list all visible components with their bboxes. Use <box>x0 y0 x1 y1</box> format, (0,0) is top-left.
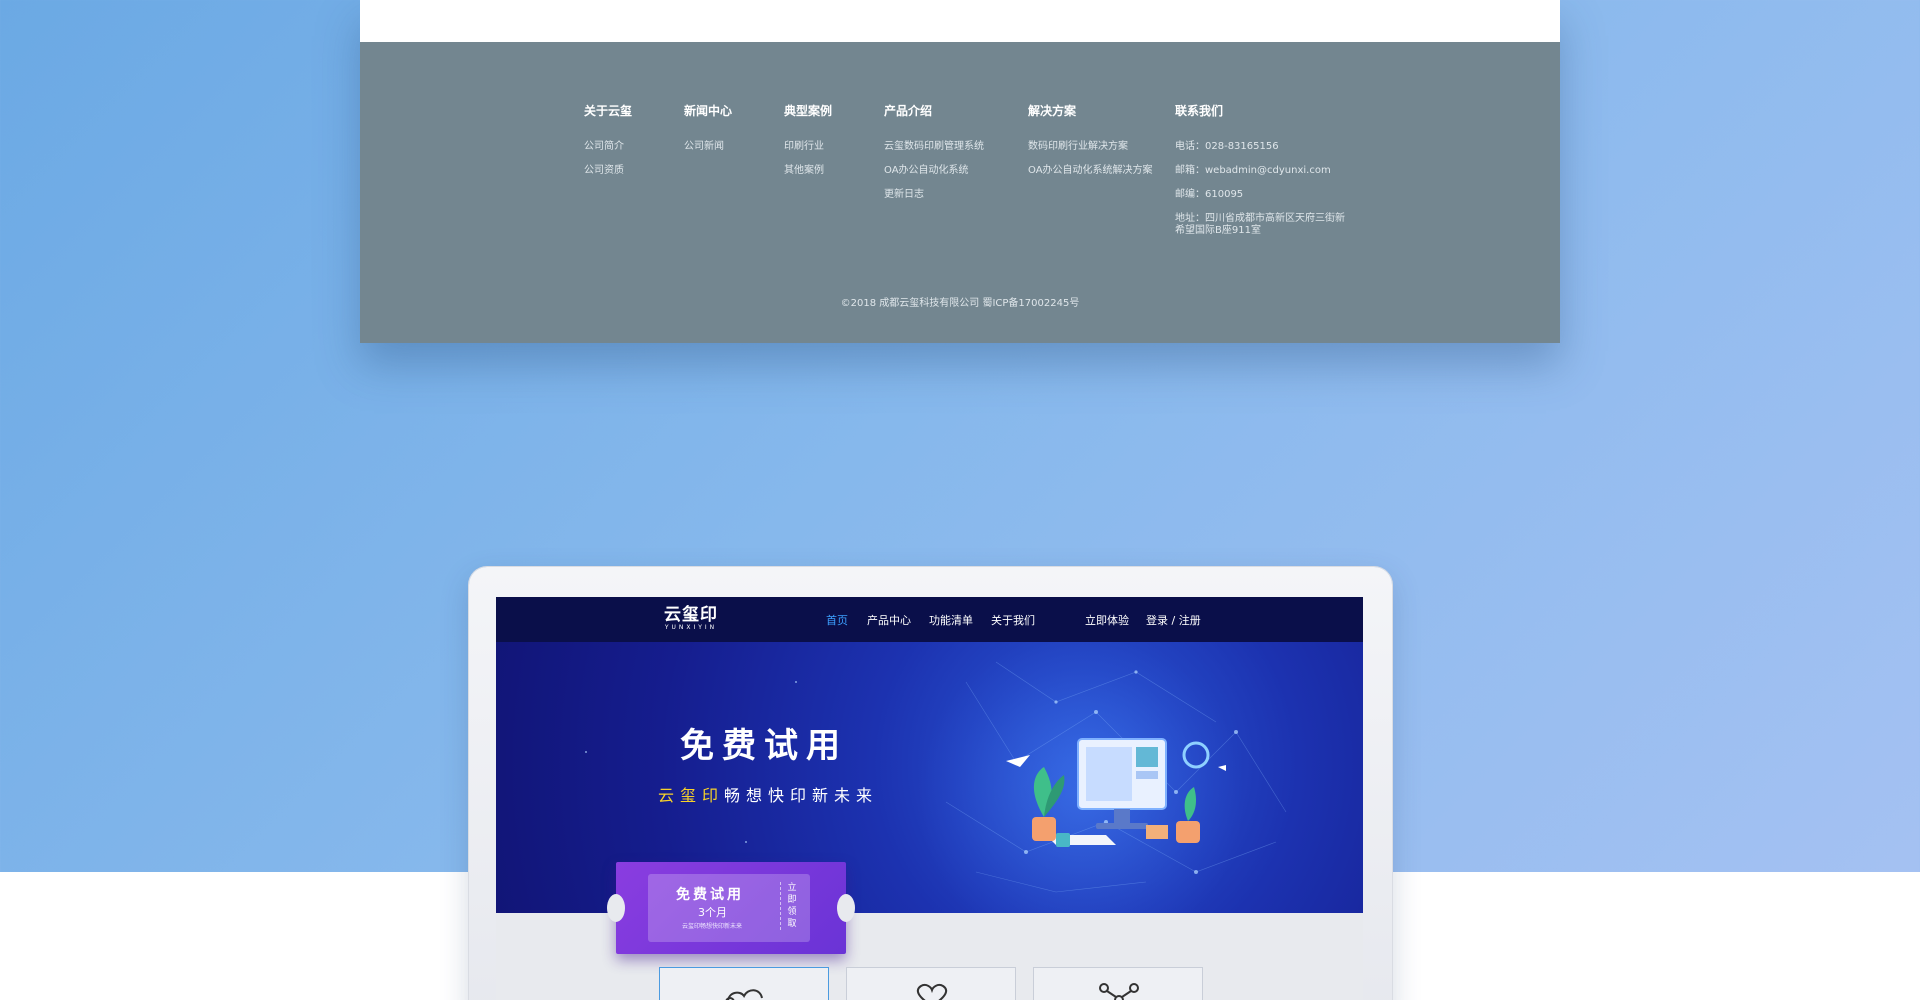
footer-col-news: 新闻中心 公司新闻 <box>684 102 732 159</box>
site-footer: 关于云玺 公司简介 公司资质 新闻中心 公司新闻 典型案例 印刷行业 其他案例 … <box>360 42 1560 343</box>
free-trial-ticket[interactable]: 免费试用 3个月 云玺印畅想快印新未来 立即领取 <box>607 862 855 954</box>
page-content-strip <box>360 0 1560 42</box>
footer-col-solutions: 解决方案 数码印刷行业解决方案 OA办公自动化系统解决方案 <box>1028 102 1153 183</box>
logo-text: 云玺印 <box>664 605 718 625</box>
hero-title: 免费试用 <box>680 726 848 766</box>
feature-card-2[interactable] <box>846 967 1016 1000</box>
contact-phone: 电话：028-83165156 <box>1175 141 1279 152</box>
ticket-body: 免费试用 3个月 云玺印畅想快印新未来 立即领取 <box>648 874 810 942</box>
footer-link-changelog[interactable]: 更新日志 <box>884 183 984 207</box>
footer-col-about: 关于云玺 公司简介 公司资质 <box>584 102 632 183</box>
footer-copyright: ©2018 成都云玺科技有限公司 蜀ICP备17002245号 <box>840 298 1080 309</box>
footer-link-company-news[interactable]: 公司新闻 <box>684 135 732 159</box>
brand-logo[interactable]: 云玺印 YUNXIYIN <box>664 606 718 632</box>
nav-try-now[interactable]: 立即体验 <box>1085 612 1129 628</box>
logo-subtext: YUNXIYIN <box>664 624 718 631</box>
feature-card-3[interactable] <box>1033 967 1203 1000</box>
footer-col-products: 产品介绍 云玺数码印刷管理系统 OA办公自动化系统 更新日志 <box>884 102 984 207</box>
footer-link-company-intro[interactable]: 公司简介 <box>584 135 632 159</box>
ticket-duration: 3个月 <box>698 906 727 919</box>
nav-products[interactable]: 产品中心 <box>867 612 911 628</box>
ticket-notch-left <box>607 894 625 922</box>
footer-link-oa-solution[interactable]: OA办公自动化系统解决方案 <box>1028 159 1153 183</box>
footer-link-oa-system[interactable]: OA办公自动化系统 <box>884 159 984 183</box>
hero-subtitle: 云玺印畅想快印新未来 <box>658 782 878 806</box>
footer-col-title: 产品介绍 <box>884 104 933 118</box>
nav-features[interactable]: 功能清单 <box>929 612 973 628</box>
ticket-slogan: 云玺印畅想快印新未来 <box>682 923 743 930</box>
nav-about[interactable]: 关于我们 <box>991 612 1035 628</box>
footer-link-company-qualification[interactable]: 公司资质 <box>584 159 632 183</box>
footer-col-contact: 联系我们 电话：028-83165156 邮箱：webadmin@cdyunxi… <box>1175 102 1345 237</box>
ticket-title: 免费试用 <box>676 887 744 903</box>
computer-illustration-icon <box>1006 738 1226 847</box>
footer-col-title: 典型案例 <box>784 104 833 118</box>
footer-col-title: 解决方案 <box>1028 104 1077 118</box>
monitor-screen: 云玺印 YUNXIYIN 首页 产品中心 功能清单 关于我们 立即体验 登录 /… <box>496 597 1363 1000</box>
footer-col-cases: 典型案例 印刷行业 其他案例 <box>784 102 832 183</box>
footer-col-title: 联系我们 <box>1175 104 1224 118</box>
scooter-icon <box>725 989 763 1000</box>
hero-subtitle-brand: 云玺印 <box>658 786 725 805</box>
footer-col-title: 新闻中心 <box>684 104 733 118</box>
ticket-notch-right <box>837 894 855 922</box>
contact-address: 地址：四川省成都市高新区天府三街新希望国际B座911室 <box>1175 213 1345 236</box>
footer-link-other-cases[interactable]: 其他案例 <box>784 159 832 183</box>
footer-col-title: 关于云玺 <box>584 104 633 118</box>
heart-icon <box>916 983 948 1000</box>
feature-card-1[interactable] <box>659 967 829 1000</box>
nav-home[interactable]: 首页 <box>826 612 848 628</box>
contact-postcode: 邮编：610095 <box>1175 189 1244 200</box>
footer-link-print-management[interactable]: 云玺数码印刷管理系统 <box>884 135 984 159</box>
network-nodes-icon <box>1099 983 1139 1000</box>
website-footer-mockup: 关于云玺 公司简介 公司资质 新闻中心 公司新闻 典型案例 印刷行业 其他案例 … <box>360 0 1560 343</box>
contact-email: 邮箱：webadmin@cdyunxi.com <box>1175 165 1331 176</box>
nav-login-register[interactable]: 登录 / 注册 <box>1146 612 1201 628</box>
top-nav-bar: 云玺印 YUNXIYIN 首页 产品中心 功能清单 关于我们 立即体验 登录 /… <box>496 597 1363 642</box>
monitor-frame: 云玺印 YUNXIYIN 首页 产品中心 功能清单 关于我们 立即体验 登录 /… <box>469 567 1392 1000</box>
footer-link-printing-industry[interactable]: 印刷行业 <box>784 135 832 159</box>
ticket-claim-button[interactable]: 立即领取 <box>780 882 800 930</box>
footer-link-printing-solution[interactable]: 数码印刷行业解决方案 <box>1028 135 1153 159</box>
hero-subtitle-text: 畅想快印新未来 <box>724 786 879 805</box>
